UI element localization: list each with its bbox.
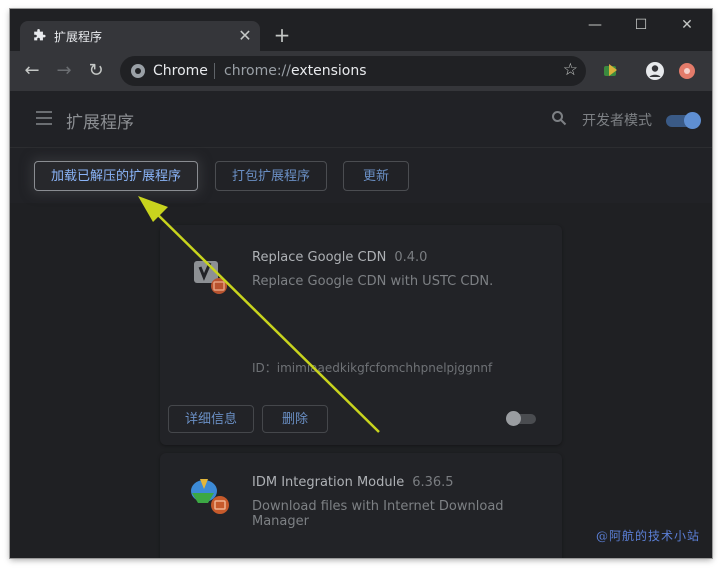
annotation-arrow bbox=[138, 196, 380, 433]
